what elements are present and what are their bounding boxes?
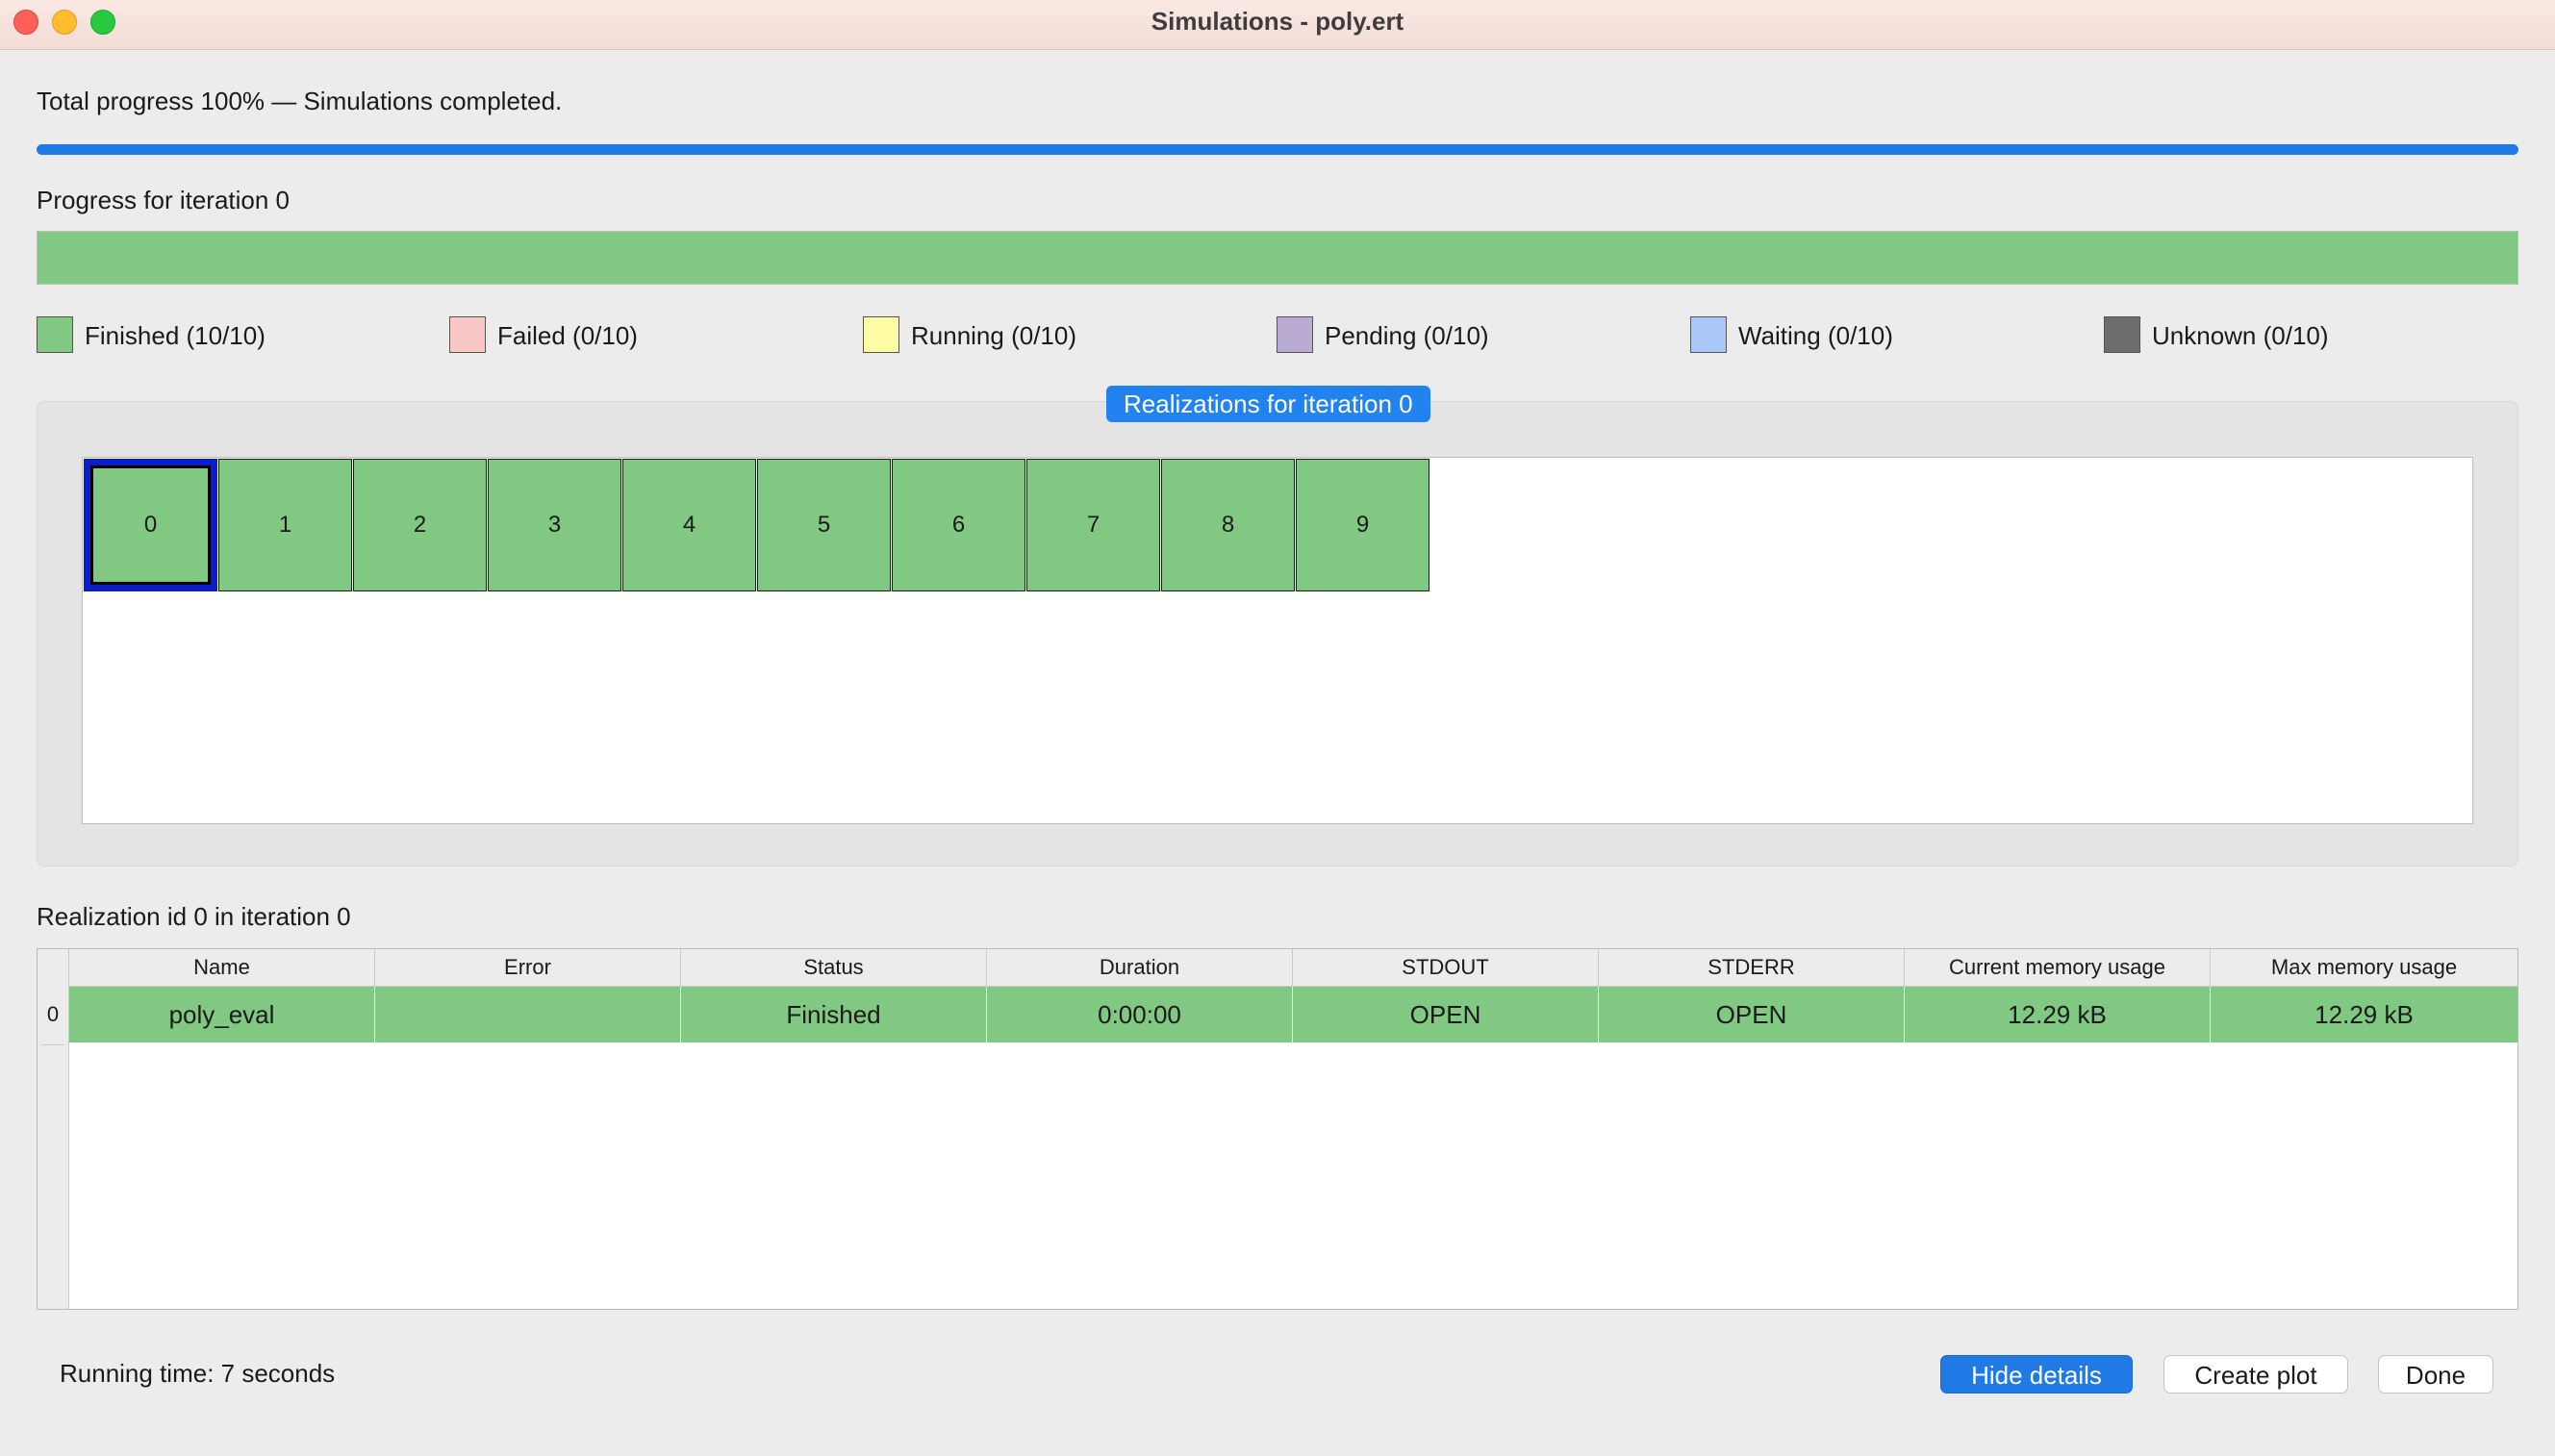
realizations-tab[interactable]: Realizations for iteration 0 [1106,386,1430,422]
create-plot-button[interactable]: Create plot [2163,1355,2348,1393]
column-header-status[interactable]: Status [681,949,987,986]
cell-stdout-open[interactable]: OPEN [1293,987,1599,1042]
realization-cell[interactable]: 9 [1296,459,1429,591]
legend-swatch [863,316,899,353]
realization-cell[interactable]: 3 [488,459,621,591]
hide-details-button[interactable]: Hide details [1940,1355,2133,1393]
realization-id: 7 [1086,512,1100,538]
realization-detail-label: Realization id 0 in iteration 0 [37,902,351,931]
iteration-progress-bar [37,231,2518,285]
running-time-label: Running time: 7 seconds [60,1359,336,1388]
legend-label: Waiting (0/10) [1738,321,1893,350]
table-row[interactable]: poly_eval Finished 0:00:00 OPEN OPEN 12.… [69,987,2517,1042]
column-header-duration[interactable]: Duration [987,949,1293,986]
legend-label: Finished (10/10) [85,321,266,350]
total-progress-label: Total progress 100% — Simulations comple… [37,87,563,115]
legend-swatch [2104,316,2140,353]
column-header-max-memory[interactable]: Max memory usage [2211,949,2517,986]
column-header-current-memory[interactable]: Current memory usage [1905,949,2211,986]
legend-swatch [449,316,486,353]
selection-outline [90,465,211,585]
legend-label: Unknown (0/10) [2152,321,2329,350]
realization-id: 6 [951,512,966,538]
realization-cell[interactable]: 2 [353,459,487,591]
column-header-stdout[interactable]: STDOUT [1293,949,1599,986]
realization-cell[interactable]: 0 [84,459,217,591]
cell-name[interactable]: poly_eval [69,987,375,1042]
realization-id: 9 [1355,512,1370,538]
title-bar: Simulations - poly.ert [0,0,2555,50]
cell-current-memory[interactable]: 12.29 kB [1905,987,2211,1042]
cell-stderr-open[interactable]: OPEN [1599,987,1905,1042]
done-button[interactable]: Done [2378,1355,2493,1393]
realization-cell[interactable]: 4 [622,459,756,591]
realization-id: 8 [1221,512,1235,538]
table-header-row: Name Error Status Duration STDOUT STDERR… [69,949,2517,987]
row-divider [41,1044,64,1045]
cell-max-memory[interactable]: 12.29 kB [2211,987,2517,1042]
legend-swatch [37,316,73,353]
cell-status[interactable]: Finished [681,987,987,1042]
legend-swatch [1690,316,1727,353]
realization-id: 1 [278,512,292,538]
job-table: Name Error Status Duration STDOUT STDERR… [37,948,2518,1310]
window-title: Simulations - poly.ert [1151,7,1404,36]
legend-label: Running (0/10) [911,321,1076,350]
realization-cell[interactable]: 5 [757,459,891,591]
cell-duration[interactable]: 0:00:00 [987,987,1293,1042]
legend-label: Pending (0/10) [1325,321,1489,350]
realization-cell[interactable]: 8 [1161,459,1295,591]
iteration-progress-fill [38,232,2517,284]
realization-cell[interactable]: 1 [218,459,352,591]
realization-id: 5 [817,512,831,538]
column-header-error[interactable]: Error [375,949,681,986]
column-header-name[interactable]: Name [69,949,375,986]
realization-id: 2 [413,512,427,538]
iteration-progress-label: Progress for iteration 0 [37,186,291,214]
realization-id: 4 [682,512,696,538]
total-progress-bar [37,144,2518,155]
column-header-stderr[interactable]: STDERR [1599,949,1905,986]
legend-swatch [1277,316,1313,353]
realization-id: 3 [547,512,562,538]
realization-cell[interactable]: 6 [892,459,1025,591]
row-index[interactable]: 0 [38,987,68,1042]
total-progress-fill [37,144,2518,155]
legend-label: Failed (0/10) [497,321,638,350]
realizations-panel: 0 1 2 3 4 5 6 7 8 9 [82,457,2473,824]
cell-error[interactable] [375,987,681,1042]
realization-cell[interactable]: 7 [1026,459,1160,591]
